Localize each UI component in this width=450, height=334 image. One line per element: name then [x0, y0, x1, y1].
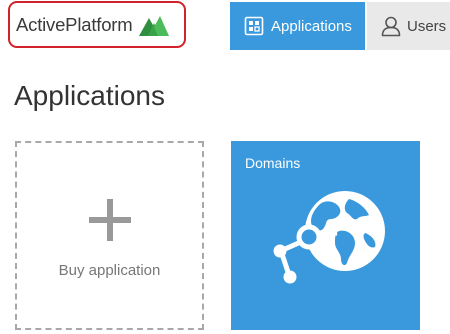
- nav-users-button[interactable]: Users: [367, 2, 450, 50]
- page-title: Applications: [14, 80, 165, 111]
- nav-applications-label: Applications: [271, 17, 352, 35]
- app-tile-name: Domains: [245, 155, 301, 171]
- app-tile-domains[interactable]: Domains: [231, 141, 420, 330]
- nav-applications-button[interactable]: Applications: [230, 2, 365, 50]
- brand-logo[interactable]: ActivePlatform: [8, 1, 186, 48]
- app-page: ActivePlatform Applications Users Applic…: [0, 0, 450, 334]
- buy-application-tile[interactable]: Buy application: [15, 141, 204, 330]
- buy-application-label: Buy application: [58, 262, 161, 279]
- globe-network-icon: [273, 191, 385, 284]
- brand-mark-icon: [139, 15, 170, 36]
- brand-name: ActivePlatform: [16, 13, 133, 35]
- plus-icon: [89, 199, 131, 241]
- apps-grid-icon: [244, 16, 264, 36]
- nav-users-label: Users: [407, 17, 447, 35]
- user-icon: [381, 16, 401, 37]
